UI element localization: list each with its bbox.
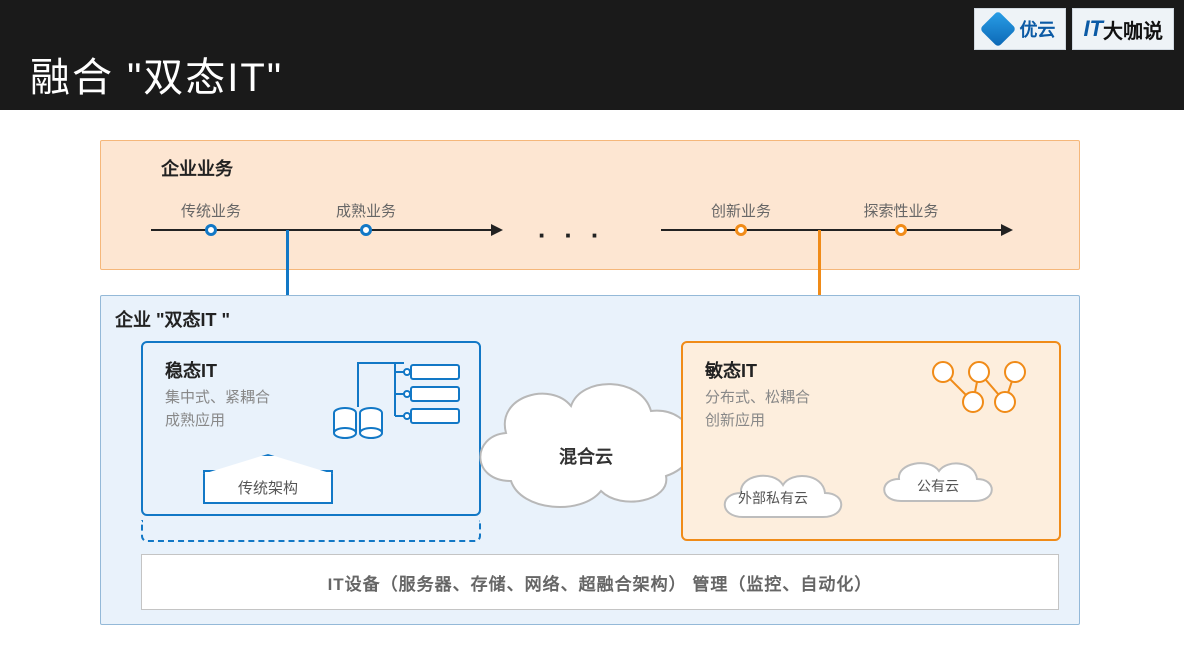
dot-explore [895, 224, 907, 236]
it-panel: 企业 "双态IT " 稳态IT 集中式、紧耦合 成熟应用 传统架构 [100, 295, 1080, 625]
hybrid-cloud: 混合云 [461, 351, 711, 521]
hybrid-cloud-label: 混合云 [559, 443, 613, 469]
logo-itdks: IT 大咖说 [1072, 8, 1174, 50]
logo-it-text: IT [1083, 16, 1103, 42]
private-cloud: 外部私有云 [713, 465, 833, 525]
it-panel-title: 企业 "双态IT " [115, 306, 230, 332]
it-footer-text: IT设备（服务器、存储、网络、超融合架构） 管理（监控、自动化） [328, 570, 873, 595]
mesh-network-icon [919, 357, 1039, 427]
slide-header: 融合 "双态IT" 优云 IT 大咖说 [0, 0, 1184, 110]
label-explore: 探索性业务 [863, 200, 938, 221]
public-cloud: 公有云 [873, 453, 1003, 513]
dot-innovate [735, 224, 747, 236]
it-footer-bar: IT设备（服务器、存储、网络、超融合架构） 管理（监控、自动化） [141, 554, 1059, 610]
ellipsis-icon: . . . [538, 214, 604, 245]
server-cluster-icon [325, 357, 465, 447]
axis-left [151, 229, 491, 231]
cube-icon [980, 11, 1017, 48]
legacy-arch-box: 传统架构 [203, 470, 333, 504]
dot-mature [360, 224, 372, 236]
business-panel-title: 企业业务 [161, 155, 233, 181]
dot-traditional [205, 224, 217, 236]
stable-it-box: 稳态IT 集中式、紧耦合 成熟应用 传统架构 [141, 341, 481, 516]
diagram-stage: 企业业务 传统业务 成熟业务 . . . 创新业务 探索性业务 企业 "双态IT… [100, 140, 1080, 640]
logo-youyun-text: 优云 [1019, 16, 1055, 42]
slide-title: 融合 "双态IT" [30, 45, 283, 103]
private-cloud-label: 外部私有云 [738, 488, 808, 508]
logo-youyun: 优云 [974, 8, 1066, 50]
logo-group: 优云 IT 大咖说 [974, 8, 1174, 50]
arrow-icon [491, 224, 503, 236]
label-traditional: 传统业务 [181, 200, 241, 221]
label-mature: 成熟业务 [336, 200, 396, 221]
legacy-arch-label: 传统架构 [238, 477, 298, 498]
public-cloud-label: 公有云 [917, 476, 959, 496]
business-panel: 企业业务 传统业务 成熟业务 . . . 创新业务 探索性业务 [100, 140, 1080, 270]
axis-right [661, 229, 1001, 231]
label-innovate: 创新业务 [711, 200, 771, 221]
stable-dashed-extension [141, 520, 481, 542]
cloud-icon [461, 351, 711, 521]
logo-dks-text: 大咖说 [1103, 15, 1163, 44]
arrow-icon [1001, 224, 1013, 236]
agile-it-box: 敏态IT 分布式、松耦合 创新应用 [681, 341, 1061, 541]
